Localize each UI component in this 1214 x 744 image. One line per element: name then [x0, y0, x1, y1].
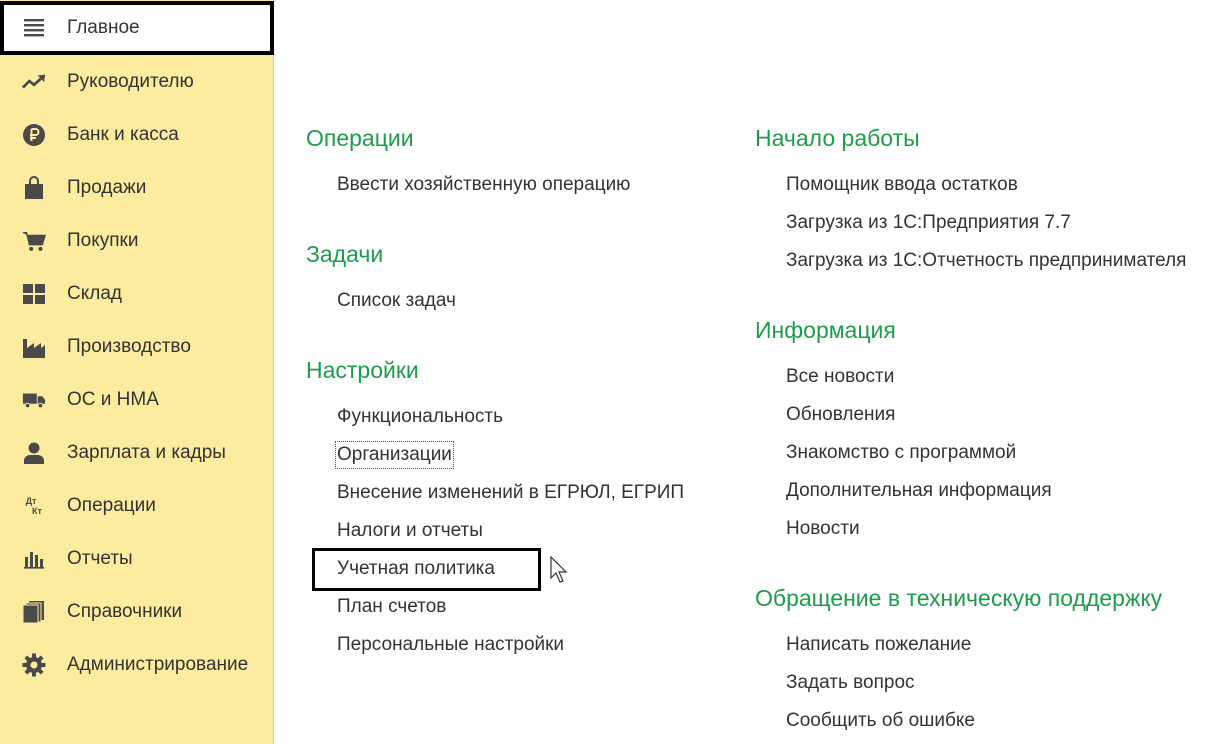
- link-ask-question[interactable]: Задать вопрос: [786, 671, 915, 695]
- link-functionality[interactable]: Функциональность: [337, 405, 503, 429]
- sidebar-item-production[interactable]: Производство: [0, 320, 274, 373]
- sidebar-item-assets[interactable]: ОС и НМА: [0, 373, 274, 426]
- section-title-tasks: Задачи: [306, 241, 384, 267]
- link-taxes-reports[interactable]: Налоги и отчеты: [337, 519, 483, 543]
- link-write-wish[interactable]: Написать пожелание: [786, 633, 971, 657]
- section-title-operations: Операции: [306, 125, 414, 151]
- link-import-77[interactable]: Загрузка из 1С:Предприятия 7.7: [786, 211, 1071, 235]
- sidebar-item-label: Администрирование: [67, 653, 249, 675]
- app-window: Главное Руководителю Банк и касса Продаж…: [0, 0, 1214, 744]
- sidebar-item-label: ОС и НМА: [67, 388, 159, 410]
- link-intro[interactable]: Знакомство с программой: [786, 441, 1016, 465]
- sidebar-item-label: Продажи: [67, 176, 147, 198]
- section-title-settings: Настройки: [306, 357, 419, 383]
- mouse-cursor-icon: [550, 556, 568, 583]
- section-title-info: Информация: [755, 317, 896, 343]
- menu-lines-icon: [22, 16, 46, 40]
- sidebar-item-label: Справочники: [67, 600, 183, 622]
- sidebar-item-label: Банк и касса: [67, 123, 179, 145]
- sidebar-item-warehouse[interactable]: Склад: [0, 267, 274, 320]
- link-chart-of-accounts[interactable]: План счетов: [337, 595, 446, 619]
- sidebar-item-bank[interactable]: Банк и касса: [0, 108, 274, 161]
- sidebar-item-manager[interactable]: Руководителю: [0, 55, 274, 108]
- shopping-cart-icon: [22, 229, 46, 253]
- section-title-start: Начало работы: [755, 125, 920, 151]
- shopping-bag-icon: [22, 175, 46, 200]
- link-news[interactable]: Новости: [786, 517, 860, 541]
- warehouse-grid-icon: [22, 282, 46, 306]
- sidebar: Главное Руководителю Банк и касса Продаж…: [0, 0, 274, 744]
- truck-icon: [22, 388, 46, 412]
- sidebar-item-label: Руководителю: [67, 70, 194, 92]
- section-title-support: Обращение в техническую поддержку: [755, 585, 1163, 611]
- sidebar-item-label: Зарплата и кадры: [67, 441, 226, 463]
- link-task-list[interactable]: Список задач: [337, 289, 456, 313]
- sidebar-item-label: Склад: [67, 282, 122, 304]
- sidebar-item-purchases[interactable]: Покупки: [0, 214, 274, 267]
- sidebar-item-reports[interactable]: Отчеты: [0, 532, 274, 585]
- bar-chart-icon: [22, 547, 46, 571]
- link-egrul-changes[interactable]: Внесение изменений в ЕГРЮЛ, ЕГРИП: [337, 481, 684, 505]
- sidebar-item-references[interactable]: Справочники: [0, 585, 274, 638]
- link-accounting-policy[interactable]: Учетная политика: [337, 557, 495, 581]
- link-enter-operation[interactable]: Ввести хозяйственную операцию: [337, 173, 630, 197]
- ruble-coin-icon: [22, 123, 46, 147]
- sidebar-item-label: Операции: [67, 494, 156, 516]
- sidebar-item-sales[interactable]: Продажи: [0, 161, 274, 214]
- sidebar-item-salary[interactable]: Зарплата и кадры: [0, 426, 274, 479]
- sidebar-item-admin[interactable]: Администрирование: [0, 638, 274, 691]
- link-additional-info[interactable]: Дополнительная информация: [786, 479, 1052, 503]
- link-updates[interactable]: Обновления: [786, 403, 895, 427]
- link-report-error[interactable]: Сообщить об ошибке: [786, 709, 975, 733]
- link-personal-settings[interactable]: Персональные настройки: [337, 633, 564, 657]
- sidebar-item-label: Производство: [67, 335, 191, 357]
- sidebar-item-label: Отчеты: [67, 547, 133, 569]
- dt-label: Дт: [25, 495, 37, 506]
- books-icon: [22, 600, 46, 624]
- link-balance-wizard[interactable]: Помощник ввода остатков: [786, 173, 1018, 197]
- sidebar-item-label: Главное: [67, 17, 140, 38]
- person-icon: [22, 441, 46, 465]
- sidebar-item-main[interactable]: Главное: [0, 1, 274, 55]
- link-organizations[interactable]: Организации: [335, 441, 454, 469]
- dt-kt-icon: Дт Кт: [22, 494, 46, 518]
- kt-label: Кт: [32, 505, 42, 516]
- sidebar-item-operations[interactable]: Дт Кт Операции: [0, 479, 274, 532]
- factory-icon: [22, 335, 46, 359]
- sidebar-item-label: Покупки: [67, 229, 139, 251]
- link-import-entrepreneur[interactable]: Загрузка из 1С:Отчетность предпринимател…: [786, 249, 1186, 273]
- trend-up-icon: [22, 70, 46, 94]
- link-all-news[interactable]: Все новости: [786, 365, 894, 389]
- gear-icon: [22, 653, 46, 677]
